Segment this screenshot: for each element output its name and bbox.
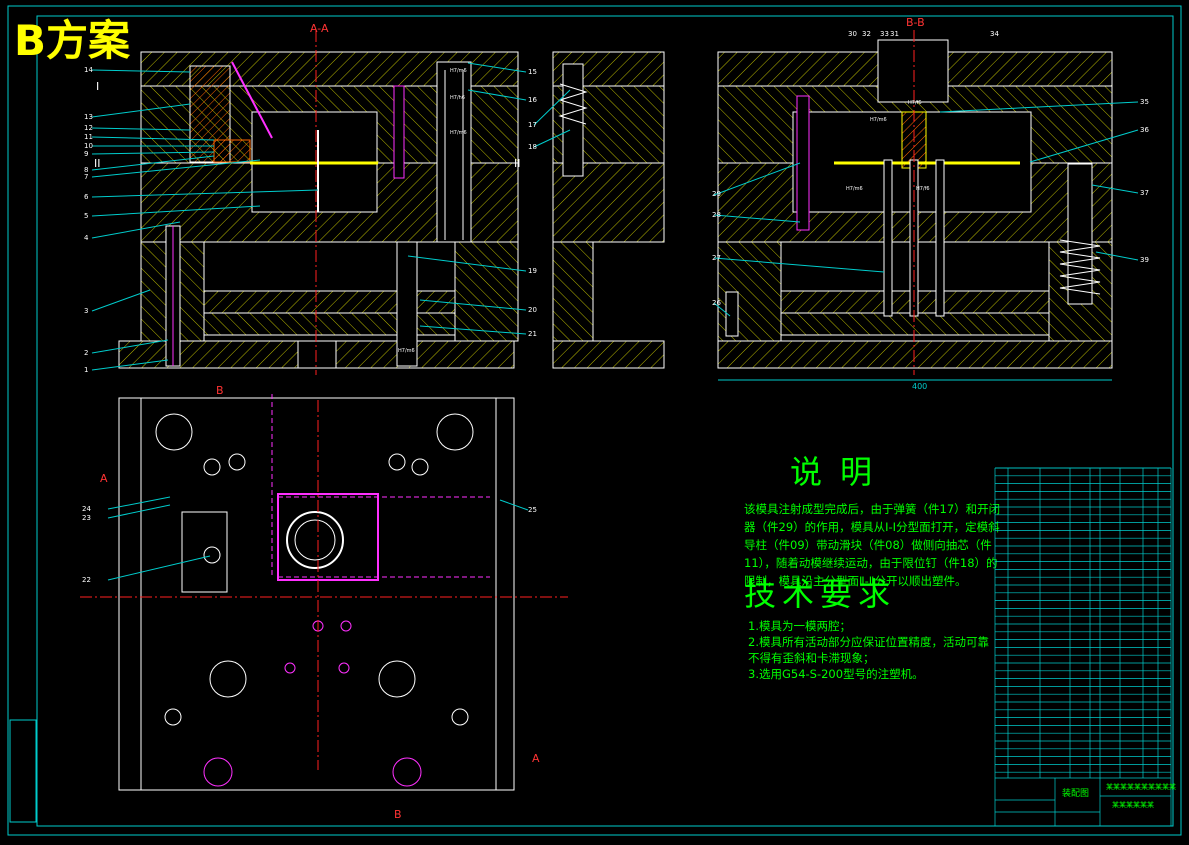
- drawing-title: 某某某某某某: [1112, 801, 1154, 809]
- drawing-name: 装配图: [1062, 789, 1090, 799]
- school-name: 某某某某某某某某某某: [1106, 783, 1176, 791]
- parts-list-table: [9, 467, 1172, 827]
- revision-block: [9, 719, 37, 823]
